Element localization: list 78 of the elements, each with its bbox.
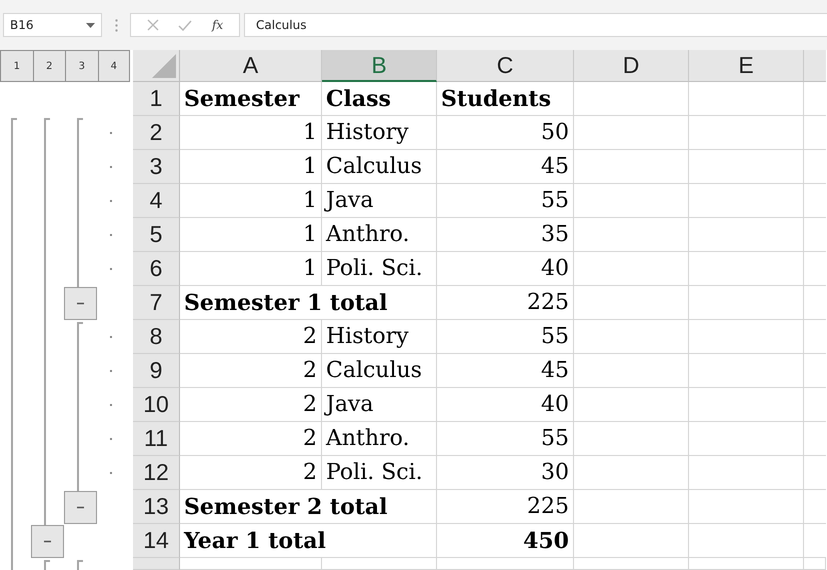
insert-function-button[interactable]: fx (212, 18, 224, 32)
row-header[interactable]: 8 (133, 320, 180, 354)
table-cell: History (322, 320, 437, 354)
column-header[interactable]: C (437, 50, 574, 82)
row-header[interactable]: 12 (133, 456, 180, 490)
table-cell: Java (322, 388, 437, 422)
table-cell (804, 558, 826, 570)
group-bracket (44, 560, 50, 570)
table-cell: 1 (180, 116, 322, 150)
outline-level-button[interactable]: 1 (0, 50, 32, 82)
table-cell: Semester 1 total (180, 286, 437, 320)
table-cell: 225 (437, 490, 574, 524)
table-cell: Anthro. (322, 218, 437, 252)
table-cell: Java (322, 184, 437, 218)
close-icon[interactable] (146, 19, 159, 31)
table-cell: 225 (437, 286, 574, 320)
table-cell: Semester 2 total (180, 490, 437, 524)
outline-level-button[interactable]: 4 (98, 50, 130, 82)
row-header[interactable]: 13 (133, 490, 180, 524)
table-cell: 45 (437, 150, 574, 184)
outline-level-button[interactable]: 2 (32, 50, 65, 82)
table-cell: 2 (180, 320, 322, 354)
grip-icon (115, 18, 118, 32)
table-cell: 40 (437, 388, 574, 422)
table-cell: 1 (180, 150, 322, 184)
check-icon[interactable] (178, 20, 192, 30)
caret-icon[interactable] (86, 22, 95, 28)
column-header[interactable]: E (689, 50, 804, 82)
row-header[interactable] (133, 558, 180, 570)
row-header[interactable]: 1 (133, 82, 180, 116)
column-header[interactable]: B (322, 50, 437, 82)
table-cell: 35 (437, 218, 574, 252)
table-cell: 50 (437, 116, 574, 150)
row-header[interactable]: 11 (133, 422, 180, 456)
table-cell: Year 1 total (180, 524, 437, 558)
collapse-button[interactable] (64, 491, 97, 524)
table-cell: History (322, 116, 437, 150)
collapse-button[interactable] (64, 287, 97, 320)
row-header[interactable]: 5 (133, 218, 180, 252)
group-bracket (77, 560, 83, 570)
table-cell: 1 (180, 252, 322, 286)
table-cell: 2 (180, 388, 322, 422)
table-cell: Poli. Sci. (322, 456, 437, 490)
table-cell: 2 (180, 456, 322, 490)
table-cell: Calculus (322, 150, 437, 184)
table-cell: Anthro. (322, 422, 437, 456)
table-cell: 2 (180, 354, 322, 388)
table-cell: 40 (437, 252, 574, 286)
table-cell: Calculus (322, 354, 437, 388)
column-header[interactable] (804, 50, 826, 82)
table-cell: 45 (437, 354, 574, 388)
column-header[interactable]: A (180, 50, 322, 82)
select-all-icon[interactable] (152, 54, 176, 78)
row-header[interactable]: 6 (133, 252, 180, 286)
table-cell: Poli. Sci. (322, 252, 437, 286)
row-header[interactable]: 4 (133, 184, 180, 218)
table-cell: 55 (437, 422, 574, 456)
table-cell: Semester (180, 82, 322, 116)
table-cell: 2 (180, 422, 322, 456)
row-header[interactable]: 2 (133, 116, 180, 150)
table-cell: Class (322, 82, 437, 116)
formula-field[interactable]: Calculus (244, 13, 827, 37)
table-cell: 30 (437, 456, 574, 490)
column-header[interactable]: D (574, 50, 689, 82)
table-cell: 450 (437, 524, 574, 558)
collapse-button[interactable] (31, 525, 64, 558)
row-header[interactable]: 9 (133, 354, 180, 388)
name-box[interactable]: B16 (3, 13, 102, 37)
table-cell: Students (437, 82, 574, 116)
outline-level-button[interactable]: 3 (65, 50, 98, 82)
row-header[interactable]: 3 (133, 150, 180, 184)
row-header[interactable]: 7 (133, 286, 180, 320)
table-cell: 1 (180, 184, 322, 218)
row-header[interactable]: 10 (133, 388, 180, 422)
row-header[interactable]: 14 (133, 524, 180, 558)
table-cell: 55 (437, 184, 574, 218)
table-cell: 55 (437, 320, 574, 354)
table-cell: 1 (180, 218, 322, 252)
